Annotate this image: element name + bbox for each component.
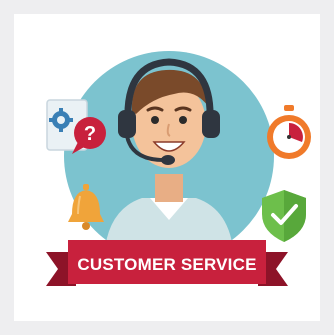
customer-service-illustration: ? CUSTOMER SERVICE [46, 51, 311, 286]
svg-text:?: ? [84, 123, 96, 145]
illustration-card: ? CUSTOMER SERVICE [14, 14, 320, 321]
stopwatch-icon [267, 105, 311, 159]
banner-label: CUSTOMER SERVICE [77, 255, 256, 274]
shield-check-icon [262, 190, 306, 242]
customer-service-banner: CUSTOMER SERVICE [46, 240, 288, 286]
